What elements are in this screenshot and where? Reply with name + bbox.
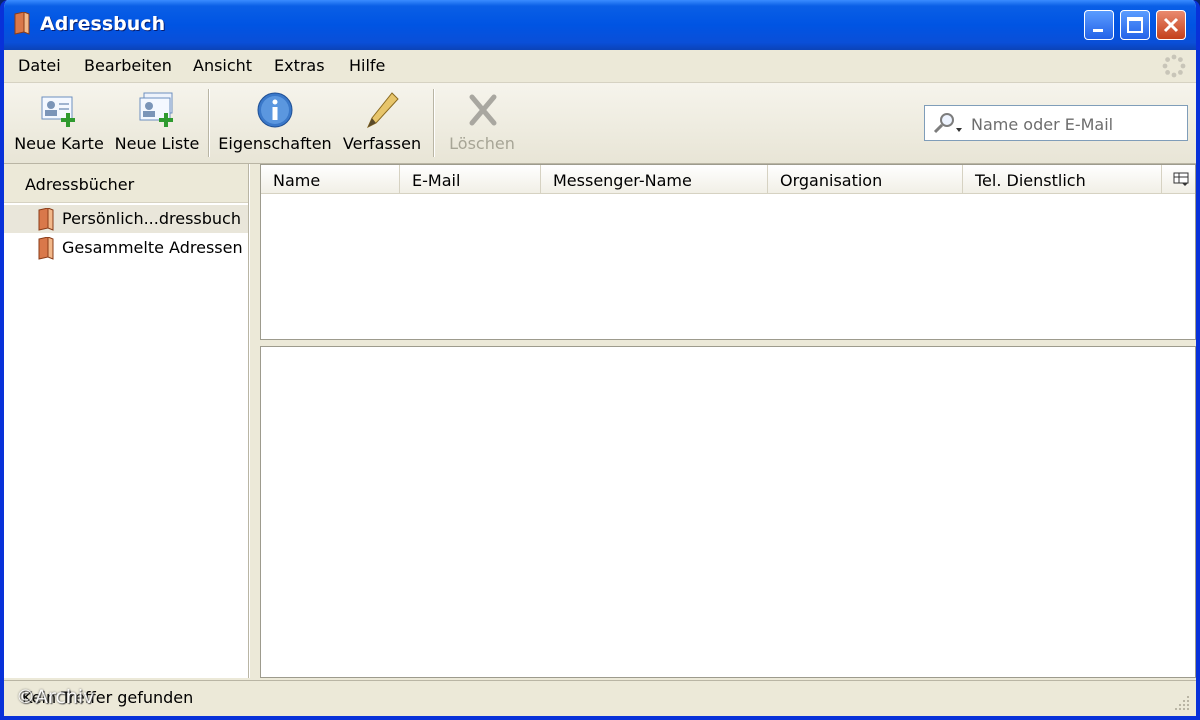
menu-ansicht[interactable]: Ansicht (193, 56, 252, 75)
addressbook-item-collected[interactable]: Gesammelte Adressen (4, 234, 248, 262)
addressbooks-pane: Adressbücher Persönlich...dressbuch Gesa… (4, 164, 249, 678)
table-header: Name E-Mail Messenger-Name Organisation … (261, 165, 1195, 194)
column-picker-icon[interactable] (1173, 171, 1189, 187)
minimize-icon (1093, 29, 1103, 32)
column-email[interactable]: E-Mail (400, 165, 541, 193)
menu-datei[interactable]: Datei (18, 56, 61, 75)
new-card-label: Neue Karte (14, 134, 104, 153)
menu-hilfe[interactable]: Hilfe (349, 56, 385, 75)
toolbar-separator (433, 89, 435, 157)
status-bar: Kein Treffer gefunden ©Archiv (4, 680, 1196, 716)
close-icon (1163, 17, 1179, 33)
watermark: ©Archiv (16, 686, 95, 708)
new-list-icon (139, 92, 173, 127)
addressbooks-header: Adressbücher (4, 164, 248, 203)
compose-button[interactable]: Verfassen (338, 83, 426, 163)
book-icon (38, 237, 54, 260)
toolbar-separator (208, 89, 210, 157)
new-card-button[interactable]: Neue Karte (10, 83, 108, 163)
title-bar[interactable]: Adressbuch (4, 0, 1196, 50)
vertical-splitter[interactable] (249, 164, 258, 678)
maximize-icon (1127, 17, 1143, 33)
resize-grip-icon[interactable] (1172, 693, 1192, 713)
new-list-button[interactable]: Neue Liste (110, 83, 204, 163)
menu-bar: Datei Bearbeiten Ansicht Extras Hilfe (4, 50, 1196, 83)
window-title: Adressbuch (40, 13, 166, 35)
search-box[interactable] (924, 105, 1188, 141)
addressbook-label: Persönlich...dressbuch (62, 209, 241, 228)
book-icon (38, 208, 54, 231)
pencil-icon (366, 92, 399, 129)
new-card-icon (41, 96, 75, 127)
new-list-label: Neue Liste (114, 134, 200, 153)
menu-extras[interactable]: Extras (274, 56, 325, 75)
toolbar: Neue Karte Neue Liste Eigenschaften Verf… (4, 83, 1196, 164)
info-icon (257, 92, 293, 128)
column-name[interactable]: Name (261, 165, 400, 193)
column-phone-work[interactable]: Tel. Dienstlich (963, 165, 1162, 193)
menu-bearbeiten[interactable]: Bearbeiten (84, 56, 172, 75)
properties-label: Eigenschaften (218, 134, 332, 153)
close-button[interactable] (1156, 10, 1186, 40)
contact-preview-pane (260, 346, 1196, 678)
delete-label: Löschen (449, 134, 515, 153)
column-messenger[interactable]: Messenger-Name (541, 165, 768, 193)
search-input[interactable] (969, 112, 1183, 136)
compose-label: Verfassen (342, 134, 422, 153)
delete-x-icon (469, 94, 497, 126)
addressbooks-title: Adressbücher (25, 175, 135, 194)
addressbook-label: Gesammelte Adressen (62, 238, 243, 257)
delete-button[interactable]: Löschen (442, 83, 522, 163)
column-organisation[interactable]: Organisation (768, 165, 963, 193)
throbber-icon (1162, 54, 1186, 78)
properties-button[interactable]: Eigenschaften (216, 83, 334, 163)
addressbook-item-personal[interactable]: Persönlich...dressbuch (4, 205, 248, 233)
book-icon (14, 12, 30, 35)
magnifier-icon[interactable] (933, 112, 963, 134)
minimize-button[interactable] (1084, 10, 1114, 40)
contacts-table: Name E-Mail Messenger-Name Organisation … (260, 164, 1196, 340)
addressbook-window: Adressbuch Datei Bearbeiten Ansicht Extr… (0, 0, 1200, 720)
maximize-button[interactable] (1120, 10, 1150, 40)
